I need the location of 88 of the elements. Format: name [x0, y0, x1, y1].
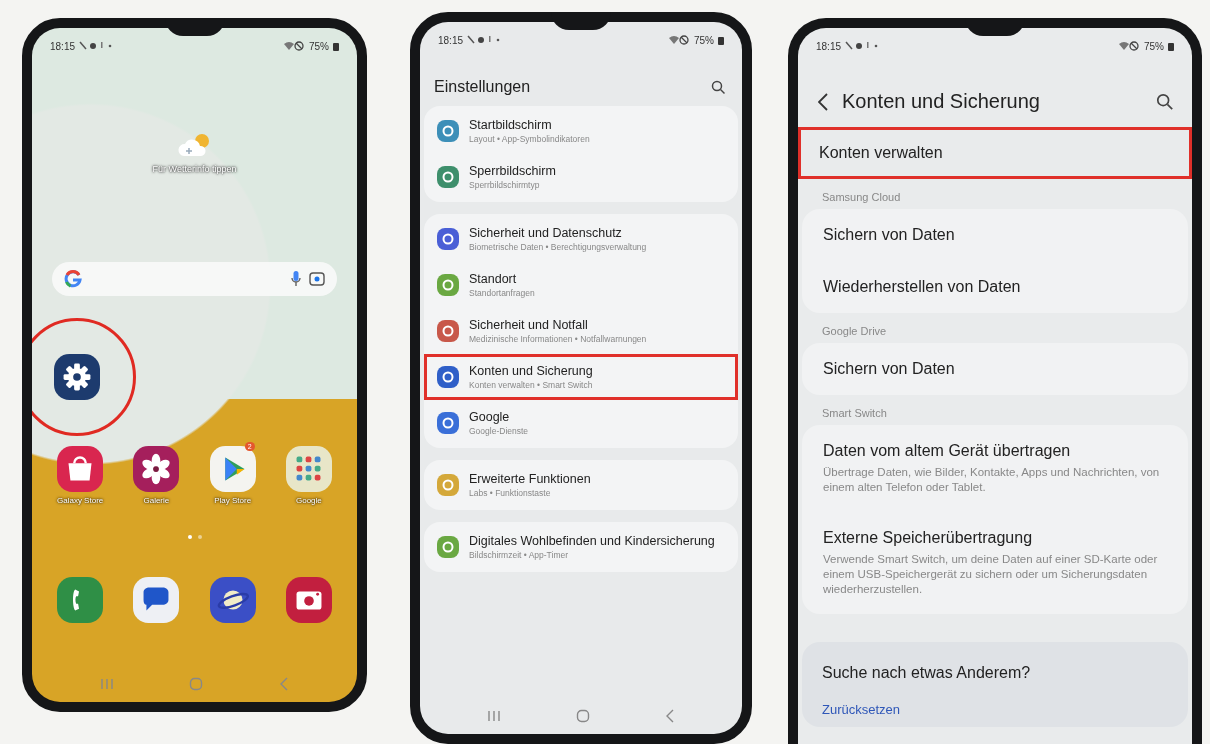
item-subtitle: Konten verwalten • Smart Switch	[469, 380, 593, 390]
settings-item[interactable]: Externe Speicherübertragung Verwende Smart Switch, um deine Daten auf einer SD-Karte oder einem USB-Speichergerät zu sichern oder um Sicherungsdaten wiederherzustellen.	[802, 511, 1188, 614]
google-logo-icon	[64, 270, 82, 288]
section-header: Smart Switch	[821, 406, 888, 421]
settings-item[interactable]: Erweiterte Funktionen Labs • Funktionstaste	[424, 462, 738, 508]
battery-percentage: 75%	[694, 34, 714, 46]
screen-title: Einstellungen	[434, 78, 532, 96]
screen-title: Konten und Sicherung	[842, 90, 1041, 113]
item-title: Sichern von Daten	[823, 226, 956, 244]
chat-icon[interactable]	[133, 577, 180, 623]
item-subtitle: Sperrbildschirmtyp	[469, 180, 541, 190]
notification-icons-drawing	[79, 41, 114, 51]
item-title: Google	[469, 410, 511, 424]
section-header: Google Drive	[821, 324, 888, 339]
clock-time: 18:15	[50, 40, 76, 52]
item-subtitle: Standortanfragen	[469, 288, 535, 298]
item-description: Verwende Smart Switch, um deine Daten auf einer SD-Karte oder einem USB-Speichergerät zu sichern oder um Sicherungsdaten wiederherzustellen.	[823, 551, 1159, 597]
settings-item[interactable]: Standort Standortanfragen	[424, 262, 738, 308]
weather-hint[interactable]: Für Wetterinfo tippen	[152, 164, 237, 174]
item-title: Digitales Wohlbefinden und Kindersicherung	[469, 534, 715, 548]
battery-percentage: 75%	[1144, 40, 1164, 52]
camera-search-icon[interactable]	[309, 272, 325, 286]
suggestion-title: Suche nach etwas Anderem?	[822, 663, 1032, 682]
settings-item[interactable]: Konten und Sicherung Konten verwalten • Smart Switch	[424, 354, 738, 400]
item-title: Sperrbildschirm	[469, 164, 556, 178]
app-label: Play Store	[214, 496, 252, 505]
item-title: Konten verwalten	[819, 144, 944, 162]
battery-icon	[718, 35, 724, 45]
item-subtitle: Bildschirmzeit • App-Timer	[469, 550, 570, 560]
item-subtitle: Layout • App-Symbolindikatoren	[469, 134, 590, 144]
app-label: Galerie	[143, 496, 170, 505]
clock-time: 18:15	[816, 40, 842, 52]
battery-percentage: 75%	[309, 40, 329, 52]
home-icon[interactable]	[576, 709, 590, 723]
settings-item[interactable]: Daten vom altem Gerät übertragen Übertrage Daten, wie Bilder, Kontakte, Apps und Nachrichten, von einem alten Telefon oder Tablet.	[802, 425, 1188, 512]
item-title: Sicherheit und Datenschutz	[469, 226, 623, 240]
settings-item[interactable]: Sicherheit und Notfall Medizinische Informationen • Notfallwarnungen	[424, 308, 738, 354]
camera-icon[interactable]	[285, 577, 332, 623]
section-header: Samsung Cloud	[821, 190, 902, 205]
signal-icons-drawing	[1118, 41, 1140, 51]
clock-time: 18:15	[438, 34, 464, 46]
settings-item[interactable]: Sperrbildschirm Sperrbildschirmtyp	[424, 154, 738, 200]
item-description: Übertrage Daten, wie Bilder, Kontakte, Apps und Nachrichten, von einem alten Telefon oder Tablet.	[823, 465, 1161, 495]
bag-icon[interactable]	[57, 446, 104, 492]
item-title: Standort	[469, 272, 518, 286]
play-icon[interactable]	[209, 446, 256, 492]
settings-item[interactable]: Konten verwalten	[798, 127, 1192, 179]
battery-icon	[333, 41, 339, 51]
flower-icon[interactable]	[133, 446, 180, 492]
search-icon[interactable]	[711, 79, 726, 95]
app-label: Google	[295, 496, 322, 505]
phone-icon[interactable]	[57, 577, 104, 623]
page-indicator-dot[interactable]	[197, 535, 202, 539]
microphone-icon[interactable]	[291, 271, 301, 287]
settings-item[interactable]: Sicherheit und Datenschutz Biometrische Daten • Berechtigungsverwaltung	[424, 216, 738, 262]
page-indicator-dot[interactable]	[187, 535, 192, 539]
settings-icon[interactable]	[54, 354, 100, 400]
settings-item[interactable]: Wiederherstellen von Daten	[802, 261, 1188, 313]
settings-item[interactable]: Digitales Wohlbefinden und Kindersicherung Bildschirmzeit • App-Timer	[424, 524, 738, 570]
battery-icon	[1168, 41, 1174, 51]
settings-item[interactable]: Sichern von Daten	[802, 343, 1188, 395]
search-bar[interactable]	[52, 262, 337, 296]
item-title: Sicherheit und Notfall	[469, 318, 589, 332]
settings-item[interactable]: Google Google-Dienste	[424, 400, 738, 446]
item-subtitle: Labs • Funktionstaste	[469, 488, 552, 498]
search-icon[interactable]	[1156, 92, 1174, 111]
notification-icons-drawing	[845, 41, 880, 51]
item-title: Sichern von Daten	[823, 360, 956, 378]
item-title: Wiederherstellen von Daten	[823, 278, 1022, 296]
reset-link[interactable]: Zurücksetzen	[822, 701, 901, 717]
planet-icon[interactable]	[209, 577, 256, 623]
back-icon[interactable]	[818, 92, 828, 111]
item-title: Daten vom altem Gerät übertragen	[823, 442, 1072, 460]
item-subtitle: Medizinische Informationen • Notfallwarnungen	[469, 334, 647, 344]
item-title: Erweiterte Funktionen	[469, 472, 591, 486]
settings-item[interactable]: Sichern von Daten	[802, 209, 1188, 261]
signal-icons-drawing	[668, 35, 690, 45]
item-subtitle: Biometrische Daten • Berechtigungsverwaltung	[469, 242, 647, 252]
signal-icons-drawing	[283, 41, 305, 51]
item-title: Externe Speicherübertragung	[823, 528, 1034, 547]
item-title: Startbildschirm	[469, 118, 553, 132]
app-label: Galaxy Store	[57, 496, 104, 505]
app-folder-icon[interactable]	[285, 446, 332, 492]
item-subtitle: Google-Dienste	[469, 426, 529, 436]
settings-item[interactable]: Startbildschirm Layout • App-Symbolindikatoren	[424, 108, 738, 154]
notification-icons-drawing	[467, 35, 502, 45]
item-title: Konten und Sicherung	[469, 364, 593, 378]
recents-icon[interactable]	[487, 710, 502, 722]
